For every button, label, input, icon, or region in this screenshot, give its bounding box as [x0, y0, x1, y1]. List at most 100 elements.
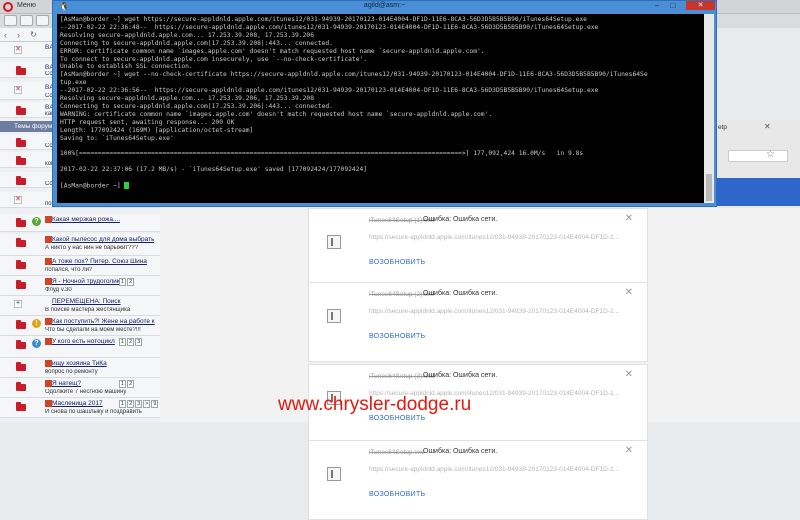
download-url[interactable]: https://secure-appldnld.apple.com/itunes…: [369, 308, 619, 315]
download-error: Ошибка: Ошибка сети.: [423, 290, 498, 297]
topic-title-link[interactable]: Как поступить?! Жене на работе к: [52, 318, 155, 325]
topic-subtitle: Что бы сделали на моем месте?!!!: [45, 327, 141, 333]
topic-status-icon: [45, 236, 52, 243]
forum-topic-row[interactable]: + ПЕРЕМЕЩЕНА: Поиск В поиске мастера жестя…: [0, 296, 160, 316]
folder-icon: [16, 66, 26, 75]
side-tab-close-icon[interactable]: ✕: [764, 122, 771, 131]
download-url[interactable]: https://secure-appldnld.apple.com/itunes…: [369, 466, 619, 473]
page-link[interactable]: 9: [151, 400, 159, 408]
download-item: iTunes64Setup (1).exe Ошибка: Ошибка сети…: [308, 208, 648, 288]
file-icon: [327, 309, 341, 323]
back-icon[interactable]: ‹: [4, 30, 7, 40]
delete-icon[interactable]: ✕: [14, 196, 22, 204]
maximize-icon[interactable]: □: [667, 1, 679, 10]
download-filename[interactable]: iTunes64Setup.exe: [369, 449, 425, 456]
side-address-field[interactable]: [728, 150, 788, 162]
topic-title-link[interactable]: Я натещ?: [52, 380, 81, 387]
close-icon[interactable]: ✕: [625, 287, 633, 298]
page-link[interactable]: 2: [127, 278, 135, 286]
file-icon: [327, 467, 341, 481]
terminal-output[interactable]: [AsMan@border ~] wget https://secure-app…: [57, 14, 704, 203]
terminal-line: To connect to secure-appldnld.apple.com …: [60, 55, 368, 63]
topic-title-link[interactable]: Какой пылесос для дома выбрать: [52, 236, 154, 243]
download-error: Ошибка: Ошибка сети.: [423, 216, 498, 223]
browser-menu-button[interactable]: Меню: [17, 2, 36, 9]
download-url[interactable]: https://secure-appldnld.apple.com/itunes…: [369, 234, 619, 241]
folder-icon: [16, 156, 26, 165]
question-icon: ?: [32, 339, 41, 348]
resume-button[interactable]: ВОЗОБНОВИТЬ: [369, 491, 425, 498]
download-error: Ошибка: Ошибка сети.: [423, 448, 498, 455]
topic-title-link[interactable]: ищу хозяина ТиКа: [52, 360, 107, 367]
topic-subtitle: И снова по шашлыку и поздравить: [45, 409, 142, 415]
terminal-prompt-line[interactable]: [AsMan@border ~]: [60, 182, 701, 190]
page-link[interactable]: 2: [127, 338, 135, 346]
tab-1[interactable]: [4, 15, 17, 26]
page-link[interactable]: 3: [135, 338, 143, 346]
page-link[interactable]: 2: [127, 380, 135, 388]
topic-title-link[interactable]: Я - Ночной трудоголик: [52, 278, 120, 285]
page-link[interactable]: 1: [119, 400, 127, 408]
topic-subtitle: попался, что ли?: [45, 267, 93, 273]
topic-subtitle: А никто у нас нин не барыжит???: [45, 245, 139, 251]
watermark: www.chrysler-dodge.ru: [278, 394, 472, 415]
file-icon: [327, 235, 341, 249]
topic-title-link[interactable]: Масленица 2017: [52, 400, 103, 407]
resume-button[interactable]: ВОЗОБНОВИТЬ: [369, 415, 425, 422]
forum-topic-row[interactable]: Я натещ? 1 2 Одолжите 7 несгною машину: [0, 378, 160, 398]
topic-title-link[interactable]: ПЕРЕМЕЩЕНА: Поиск: [52, 298, 121, 305]
topic-title-link[interactable]: У кого есть нотоцикл: [52, 338, 115, 345]
page-link[interactable]: 1: [119, 380, 127, 388]
topic-title-link[interactable]: А тоже пох? Питер. Союз Шина: [52, 258, 147, 265]
forum-topic-row[interactable]: ? Какая мерзкая рожа....: [0, 214, 160, 232]
page-link[interactable]: >: [143, 400, 151, 408]
topic-subtitle: вопрос по ремонту: [45, 369, 98, 375]
terminal-window[interactable]: 🐧 agild@asm:~ – □ ✕ [AsMan@border ~] wge…: [52, 0, 717, 207]
resume-button[interactable]: ВОЗОБНОВИТЬ: [369, 333, 425, 340]
topic-status-icon: [45, 338, 52, 345]
terminal-cursor: [124, 182, 130, 190]
terminal-line: Connecting to secure-appldnld.apple.com|…: [60, 39, 333, 47]
tab-3[interactable]: [36, 15, 49, 26]
forum-topic-row[interactable]: ! Как поступить?! Жене на работе к Что бы …: [0, 316, 160, 336]
forum-topic-row[interactable]: Масленица 2017 1 2 3 >9 И снова по шашлыку и …: [0, 398, 160, 418]
terminal-line: WARNING: certificate common name `images…: [60, 110, 493, 118]
page-link[interactable]: 1: [119, 278, 127, 286]
forum-topic-row[interactable]: Какой пылесос для дома выбрать А никто у …: [0, 234, 160, 256]
bookmark-star-icon[interactable]: ☆: [766, 149, 775, 160]
tab-2[interactable]: [20, 15, 33, 26]
forum-topic-row[interactable]: Я - Ночной трудоголик 1 2 Флуд v.30: [0, 276, 160, 296]
close-icon[interactable]: ✕: [625, 369, 633, 380]
forum-topic-row[interactable]: ищу хозяина ТиКа вопрос по ремонту: [0, 358, 160, 378]
terminal-scrollbar-thumb[interactable]: [706, 174, 712, 201]
page-link[interactable]: 2: [127, 400, 135, 408]
close-icon[interactable]: ✕: [625, 213, 633, 224]
forward-icon[interactable]: ›: [17, 30, 20, 40]
delete-icon[interactable]: ✕: [14, 46, 22, 54]
forum-topic-row[interactable]: ? У кого есть нотоцикл 1 2 3: [0, 336, 160, 358]
topic-status-icon: [45, 258, 52, 265]
delete-icon[interactable]: ✕: [14, 86, 22, 94]
opera-logo-icon[interactable]: [3, 2, 13, 12]
terminal-line: tup.exe: [60, 79, 87, 87]
forum-topic-row[interactable]: А тоже пох? Питер. Союз Шина попался, что…: [0, 256, 160, 276]
topic-subtitle: Флуд v.30: [45, 287, 72, 293]
minimize-icon[interactable]: –: [651, 1, 663, 10]
folder-icon: [16, 382, 26, 391]
page-link[interactable]: 1: [119, 338, 127, 346]
expand-icon[interactable]: +: [14, 300, 22, 308]
close-icon[interactable]: ✕: [625, 445, 633, 456]
page-link[interactable]: 3: [135, 400, 143, 408]
close-icon[interactable]: ✕: [686, 1, 715, 10]
folder-icon: [16, 260, 26, 269]
folder-icon: [16, 340, 26, 349]
terminal-line: Saving to: `iTunes64Setup.exe': [60, 134, 174, 142]
download-error: Ошибка: Ошибка сети.: [423, 372, 498, 379]
side-tab-label[interactable]: etp: [718, 124, 727, 131]
reload-icon[interactable]: ↻: [30, 30, 37, 39]
resume-button[interactable]: ВОЗОБНОВИТЬ: [369, 259, 425, 266]
topic-status-icon: [45, 216, 52, 223]
topic-title-link[interactable]: Какая мерзкая рожа....: [52, 216, 120, 223]
terminal-title: agild@asm:~: [363, 2, 406, 9]
